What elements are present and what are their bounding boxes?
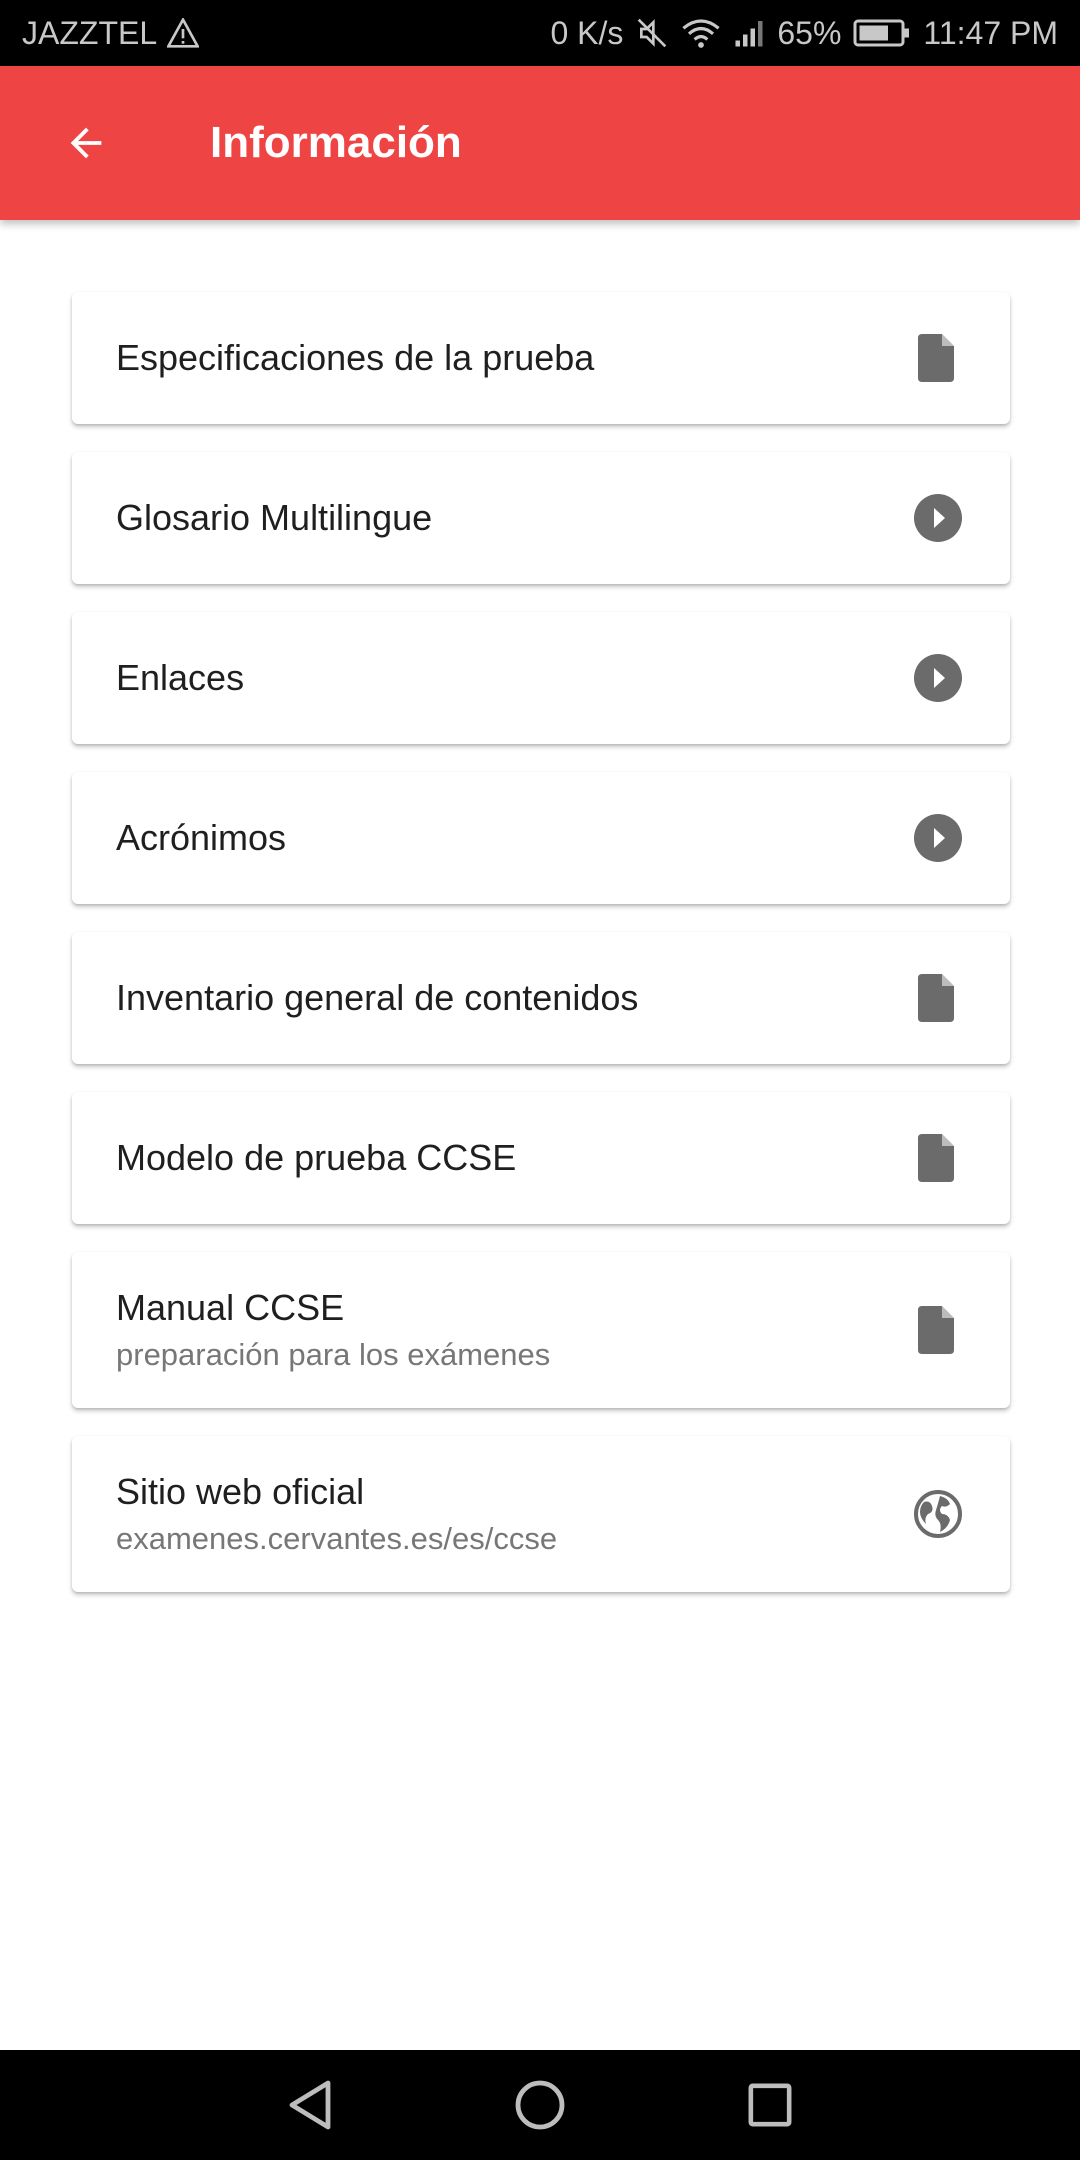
document-icon (914, 974, 962, 1022)
list-item-title: Especificaciones de la prueba (116, 337, 595, 378)
list-item-especificaciones[interactable]: Especificaciones de la prueba (72, 292, 1010, 424)
app-bar: Información (0, 66, 1080, 220)
play-circle-icon (914, 654, 962, 702)
list-item-acronimos[interactable]: Acrónimos (72, 772, 1010, 904)
document-icon (914, 1306, 962, 1354)
navigation-bar (0, 2050, 1080, 2160)
list-item-title: Enlaces (116, 657, 245, 698)
play-circle-icon (914, 814, 962, 862)
document-icon (914, 1134, 962, 1182)
list-item-title: Glosario Multilingue (116, 497, 433, 538)
list-item-manual[interactable]: Manual CCSE preparación para los exámene… (72, 1252, 1010, 1408)
list-item-sitio-web[interactable]: Sitio web oficial examenes.cervantes.es/… (72, 1436, 1010, 1592)
list-item-subtitle: preparación para los exámenes (116, 1337, 551, 1372)
list-item-modelo[interactable]: Modelo de prueba CCSE (72, 1092, 1010, 1224)
status-bar: JAZZTEL 0 K/s 65% 11:47 PM (0, 0, 1080, 66)
nav-home-button[interactable] (505, 2070, 575, 2140)
net-speed-label: 0 K/s (550, 14, 624, 51)
battery-percent: 65% (777, 14, 842, 51)
carrier-label: JAZZTEL (22, 14, 158, 51)
list-item-subtitle: examenes.cervantes.es/es/ccse (116, 1521, 558, 1556)
arrow-back-icon (70, 127, 102, 159)
list-item-title: Modelo de prueba CCSE (116, 1137, 517, 1178)
list-item-title: Acrónimos (116, 817, 287, 858)
battery-icon (853, 18, 911, 48)
list-item-enlaces[interactable]: Enlaces (72, 612, 1010, 744)
list-item-title: Manual CCSE (116, 1287, 345, 1328)
square-recents-icon (748, 2083, 792, 2127)
page-title: Información (210, 118, 462, 167)
clock: 11:47 PM (923, 14, 1058, 51)
back-button[interactable] (36, 93, 136, 193)
circle-home-icon (515, 2080, 565, 2130)
warning-icon (167, 18, 200, 48)
list-item-title: Inventario general de contenidos (116, 977, 639, 1018)
list-item-glosario[interactable]: Glosario Multilingue (72, 452, 1010, 584)
globe-icon (914, 1490, 962, 1538)
triangle-back-icon (289, 2080, 331, 2130)
list-item-inventario[interactable]: Inventario general de contenidos (72, 932, 1010, 1064)
document-icon (914, 334, 962, 382)
nav-recents-button[interactable] (735, 2070, 805, 2140)
nav-back-button[interactable] (275, 2070, 345, 2140)
list-item-title: Sitio web oficial (116, 1471, 365, 1512)
mute-icon (635, 17, 669, 49)
play-circle-icon (914, 494, 962, 542)
signal-icon (733, 18, 765, 48)
wifi-icon (681, 17, 721, 49)
info-list: Especificaciones de la prueba Glosario M… (72, 292, 1010, 1620)
